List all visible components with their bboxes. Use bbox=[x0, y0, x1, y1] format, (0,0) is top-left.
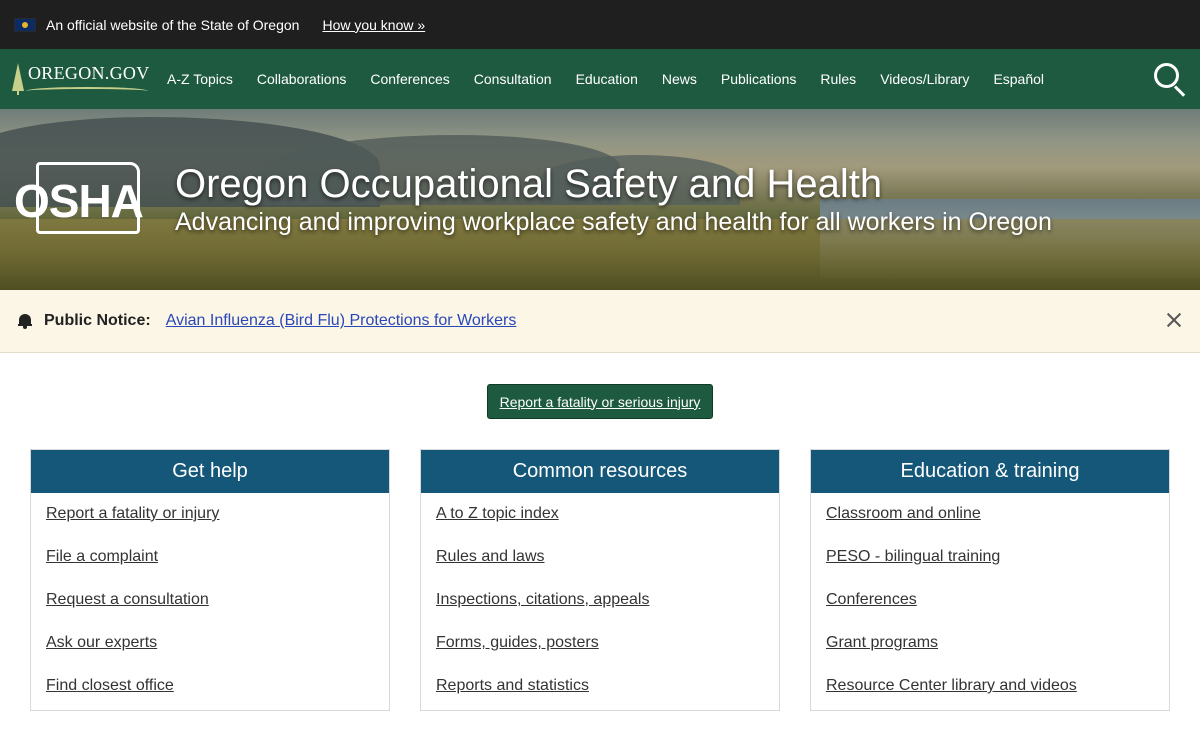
tree-icon bbox=[12, 63, 24, 95]
osha-logo-text: OSHA bbox=[14, 175, 144, 227]
oregon-gov-logo[interactable]: OREGON.GOV bbox=[12, 57, 152, 101]
card-links: Report a fatality or injury File a compl… bbox=[31, 493, 389, 719]
card-get-help: Get help Report a fatality or injury Fil… bbox=[30, 449, 390, 711]
nav-links: A-Z Topics Collaborations Conferences Co… bbox=[167, 71, 1068, 87]
official-website-banner: An official website of the State of Oreg… bbox=[0, 0, 1200, 49]
list-item[interactable]: Forms, guides, posters bbox=[436, 633, 779, 676]
card-education-training: Education & training Classroom and onlin… bbox=[810, 449, 1170, 711]
hero-banner: OSHA Oregon Occupational Safety and Heal… bbox=[0, 109, 1200, 290]
nav-item-publications[interactable]: Publications bbox=[721, 71, 797, 87]
list-item[interactable]: Ask our experts bbox=[46, 633, 389, 676]
nav-item-rules[interactable]: Rules bbox=[820, 71, 856, 87]
nav-item-conferences[interactable]: Conferences bbox=[370, 71, 449, 87]
report-fatality-button[interactable]: Report a fatality or serious injury bbox=[487, 384, 713, 419]
card-title: Get help bbox=[31, 450, 389, 493]
card-title: Common resources bbox=[421, 450, 779, 493]
page-subtitle: Advancing and improving workplace safety… bbox=[175, 208, 1052, 236]
card-links: Classroom and online PESO - bilingual tr… bbox=[811, 493, 1169, 719]
how-you-know-link[interactable]: How you know » bbox=[322, 17, 425, 33]
public-notice-link[interactable]: Avian Influenza (Bird Flu) Protections f… bbox=[166, 312, 517, 330]
card-common-resources: Common resources A to Z topic index Rule… bbox=[420, 449, 780, 711]
nav-item-education[interactable]: Education bbox=[576, 71, 638, 87]
list-item[interactable]: Resource Center library and videos bbox=[826, 676, 1169, 719]
card-links: A to Z topic index Rules and laws Inspec… bbox=[421, 493, 779, 719]
list-item[interactable]: Request a consultation bbox=[46, 590, 389, 633]
list-item[interactable]: Grant programs bbox=[826, 633, 1169, 676]
nav-item-news[interactable]: News bbox=[662, 71, 697, 87]
nav-item-espanol[interactable]: Español bbox=[993, 71, 1044, 87]
list-item[interactable]: Inspections, citations, appeals bbox=[436, 590, 779, 633]
official-website-text: An official website of the State of Oreg… bbox=[46, 16, 300, 33]
list-item[interactable]: Find closest office bbox=[46, 676, 389, 719]
nav-item-consultation[interactable]: Consultation bbox=[474, 71, 552, 87]
public-notice-label: Public Notice: bbox=[44, 312, 151, 329]
list-item[interactable]: File a complaint bbox=[46, 547, 389, 590]
list-item[interactable]: Conferences bbox=[826, 590, 1169, 633]
nav-item-videos-library[interactable]: Videos/Library bbox=[880, 71, 969, 87]
list-item[interactable]: A to Z topic index bbox=[436, 504, 779, 547]
page-title: Oregon Occupational Safety and Health bbox=[175, 162, 883, 206]
list-item[interactable]: Reports and statistics bbox=[436, 676, 779, 719]
main-nav: OREGON.GOV A-Z Topics Collaborations Con… bbox=[0, 49, 1200, 109]
list-item[interactable]: PESO - bilingual training bbox=[826, 547, 1169, 590]
oregon-flag-icon bbox=[14, 17, 36, 32]
card-title: Education & training bbox=[811, 450, 1169, 493]
list-item[interactable]: Classroom and online bbox=[826, 504, 1169, 547]
list-item[interactable]: Report a fatality or injury bbox=[46, 504, 389, 547]
bell-icon bbox=[18, 313, 32, 329]
list-item[interactable]: Rules and laws bbox=[436, 547, 779, 590]
logo-swoosh bbox=[26, 87, 148, 95]
oregon-gov-logo-text: OREGON.GOV bbox=[28, 62, 150, 83]
public-notice: Public Notice: Avian Influenza (Bird Flu… bbox=[0, 290, 1200, 353]
osha-logo: OSHA bbox=[14, 162, 156, 235]
search-icon[interactable] bbox=[1154, 63, 1186, 97]
nav-item-az-topics[interactable]: A-Z Topics bbox=[167, 71, 233, 87]
nav-item-collaborations[interactable]: Collaborations bbox=[257, 71, 347, 87]
close-icon[interactable] bbox=[1166, 312, 1182, 328]
